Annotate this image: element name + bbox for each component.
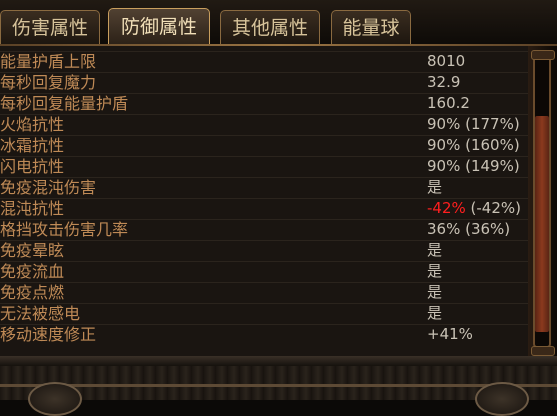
scroll-down-cap[interactable] [531,346,555,356]
stat-label: 移动速度修正 [0,325,97,344]
stat-value: -42% (-42%) [427,198,521,219]
stat-value: 是 [427,304,443,322]
stat-value: 是 [427,178,443,196]
stat-value: 160.2 [427,94,470,112]
scroll-up-cap[interactable] [531,50,555,60]
bottom-ornate-frame [0,356,557,400]
stat-value: +41% [427,325,473,343]
stat-label: 冰霜抗性 [0,136,65,155]
stat-row: 火焰抗性 90% (177%) [0,114,528,135]
stat-row: 闪电抗性 90% (149%) [0,156,528,177]
stat-value: 90% (160%) [427,136,520,154]
stat-row: 每秒回复能量护盾 160.2 [0,93,528,114]
stat-row: 免疫点燃 是 [0,282,528,303]
stat-value: 是 [427,283,443,301]
frame-ornament-icon [28,382,82,416]
stat-row: 混沌抗性 -42% (-42%) [0,198,528,219]
stat-value: 8010 [427,52,466,70]
stat-label: 免疫混沌伤害 [0,178,97,197]
tab-defense-stats[interactable]: 防御属性 [108,8,210,46]
tab-other-stats[interactable]: 其他属性 [220,10,320,44]
stat-row: 移动速度修正 +41% [0,324,528,345]
stat-row: 能量护盾上限 8010 [0,51,528,72]
stat-row: 免疫晕眩 是 [0,240,528,261]
tab-bar: 伤害属性 防御属性 其他属性 能量球 [0,0,557,46]
stat-row: 冰霜抗性 90% (160%) [0,135,528,156]
stat-label: 格挡攻击伤害几率 [0,220,129,239]
stats-panel: 能量护盾上限 8010 每秒回复魔力 32.9 每秒回复能量护盾 160.2 火… [0,46,528,356]
stat-value: 是 [427,241,443,259]
stat-label: 火焰抗性 [0,115,65,134]
stat-row: 无法被感电 是 [0,303,528,324]
tab-power-charges[interactable]: 能量球 [331,10,411,44]
stat-value: 是 [427,262,443,280]
stat-label: 混沌抗性 [0,199,65,218]
stat-label: 闪电抗性 [0,157,65,176]
scrollbar-thumb[interactable] [535,116,549,332]
stat-label: 免疫点燃 [0,283,65,302]
stat-value: 90% (149%) [427,157,520,175]
frame-ornament-icon [475,382,529,416]
stat-row: 免疫流血 是 [0,261,528,282]
stat-value: 32.9 [427,73,461,91]
value-detail: (-42%) [465,199,521,217]
stat-label: 无法被感电 [0,304,81,323]
stat-row: 格挡攻击伤害几率 36% (36%) [0,219,528,240]
negative-value: -42% [427,199,466,217]
tab-damage-stats[interactable]: 伤害属性 [0,10,100,44]
stat-value: 36% (36%) [427,220,511,238]
stat-label: 免疫流血 [0,262,65,281]
stat-label: 免疫晕眩 [0,241,65,260]
stat-label: 每秒回复能量护盾 [0,94,129,113]
stat-value: 90% (177%) [427,115,520,133]
stat-label: 每秒回复魔力 [0,73,97,92]
stat-row: 每秒回复魔力 32.9 [0,72,528,93]
stat-label: 能量护盾上限 [0,52,97,71]
stat-row: 免疫混沌伤害 是 [0,177,528,198]
